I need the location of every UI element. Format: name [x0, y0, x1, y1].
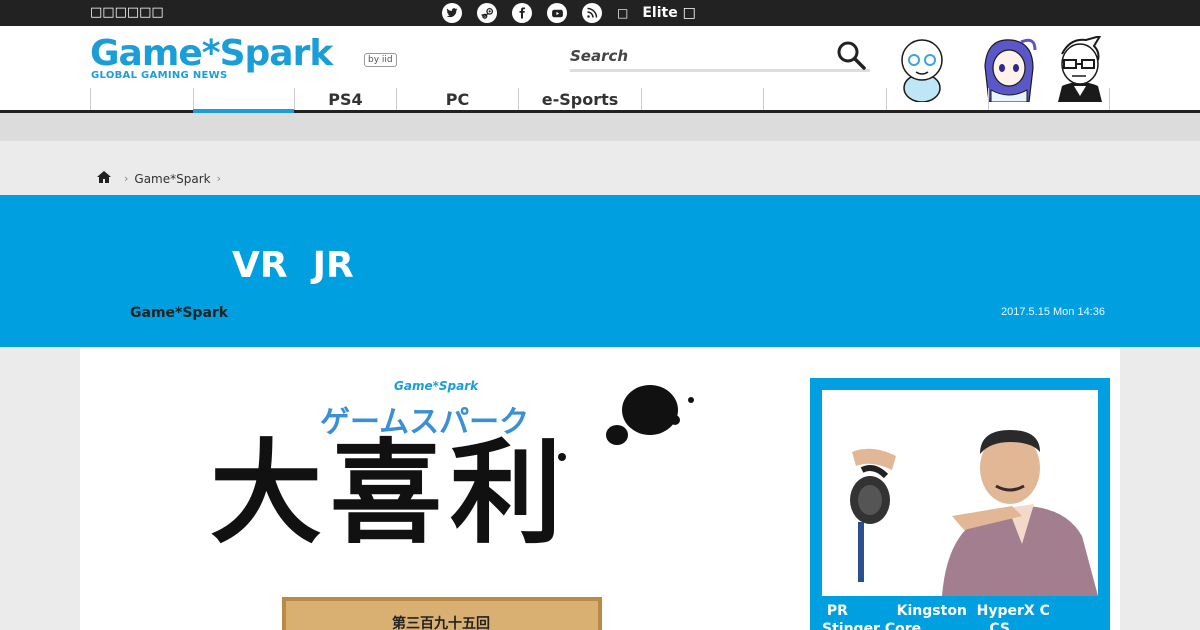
- ad-photo: [822, 390, 1098, 596]
- steam-icon[interactable]: [477, 3, 497, 23]
- social-links: □ Elite □: [442, 3, 696, 23]
- search-box: [570, 40, 870, 72]
- site-logo[interactable]: Game*Spark GLOBAL GAMING NEWS by iid: [90, 34, 400, 84]
- ink-splash: [688, 397, 694, 403]
- topbar-left-text: □□□□□□: [90, 5, 164, 20]
- nav-item-9[interactable]: [988, 88, 1110, 110]
- logo-wordmark: Game*Spark: [90, 33, 333, 74]
- breadcrumb-separator: ›: [216, 172, 222, 185]
- nav-item-esports[interactable]: e-Sports: [518, 88, 641, 110]
- topbar-glyph: □: [617, 6, 629, 20]
- ink-splash: [606, 425, 628, 445]
- breadcrumb: › Game*Spark ›: [96, 170, 229, 187]
- ink-splash: [622, 385, 678, 435]
- article-title: VR JR: [232, 245, 354, 286]
- ink-splash: [558, 453, 566, 461]
- image-logo: Game*Spark: [394, 379, 479, 393]
- top-bar: □□□□□□ □ Elite □: [0, 0, 1200, 26]
- nav-item-ps4[interactable]: PS4: [294, 88, 396, 110]
- search-input[interactable]: [570, 45, 820, 67]
- facebook-icon[interactable]: [512, 3, 532, 23]
- nav-item-6[interactable]: [641, 88, 763, 110]
- elite-link[interactable]: Elite □: [642, 5, 695, 21]
- nav-item-pc[interactable]: PC: [396, 88, 518, 110]
- rss-icon[interactable]: [582, 3, 602, 23]
- sidebar-pr-ad[interactable]: PR Kingston HyperX C Stinger Core CS: [810, 378, 1110, 630]
- ink-splash: [670, 415, 680, 425]
- nav-item-8[interactable]: [886, 88, 988, 110]
- logo-tagline: GLOBAL GAMING NEWS: [91, 70, 228, 81]
- nav-item-2-active[interactable]: [193, 88, 294, 110]
- article-main-image: Game*Spark ゲームスパーク 大喜利 第三百九十五回: [210, 375, 710, 630]
- ad-caption: PR Kingston HyperX C Stinger Core CS: [822, 603, 1050, 630]
- article-date: 2017.5.15 Mon 14:36: [1001, 306, 1105, 318]
- main-nav: PS4 PC e-Sports: [90, 88, 1110, 110]
- article-content: Game*Spark ゲームスパーク 大喜利 第三百九十五回 PR Kingst…: [80, 347, 1120, 630]
- article-hero: VR JR Game*Spark 2017.5.15 Mon 14:36: [0, 195, 1200, 347]
- article-author[interactable]: Game*Spark: [130, 305, 228, 321]
- youtube-icon[interactable]: [547, 3, 567, 23]
- image-wooden-board: 第三百九十五回: [282, 597, 602, 630]
- breadcrumb-separator: ›: [124, 172, 129, 185]
- twitter-icon[interactable]: [442, 3, 462, 23]
- search-icon[interactable]: [836, 40, 866, 70]
- breadcrumb-site-link[interactable]: Game*Spark: [134, 172, 210, 186]
- nav-item-7[interactable]: [763, 88, 886, 110]
- home-icon[interactable]: [96, 170, 112, 187]
- image-kanji-title: 大喜利: [210, 428, 570, 559]
- sub-navigation-bar: [0, 113, 1200, 141]
- logo-badge: by iid: [364, 53, 397, 67]
- nav-item-1[interactable]: [90, 88, 193, 110]
- image-board-text: 第三百九十五回: [392, 616, 490, 630]
